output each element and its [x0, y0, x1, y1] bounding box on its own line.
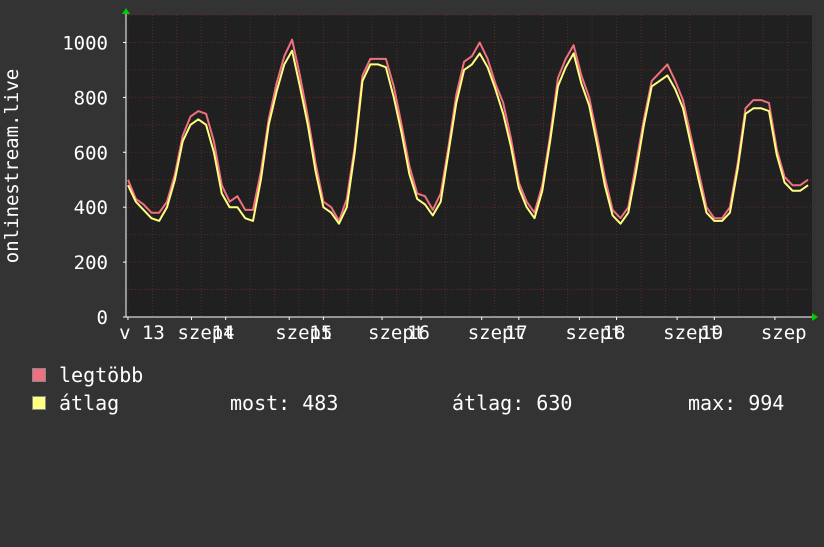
y-tick-label: 600 [74, 142, 108, 164]
legend-row-avg: átlag most: 483 átlag: 630 max: 994 [32, 392, 802, 414]
chart-widget: 0 200 400 600 800 1000 v 13 szept 14 szept 15 szep… [0, 0, 824, 430]
x-tick-label: 14 [212, 322, 235, 344]
legend-swatch-avg [32, 396, 46, 410]
x-tick-label: v 13 [119, 322, 165, 344]
y-tick-label: 800 [74, 87, 108, 109]
plot-area [126, 15, 812, 317]
y-tick-label: 200 [74, 252, 108, 274]
stat-max: max: 994 [688, 391, 785, 415]
x-tick-label: 19 [700, 322, 723, 344]
legend-label-avg: átlag [59, 391, 120, 415]
x-tick-label: 16 [407, 322, 430, 344]
x-tick-label: 17 [505, 322, 528, 344]
y-tick-label: 1000 [62, 32, 108, 54]
y-axis-arrow-icon [122, 8, 130, 14]
x-axis-arrow-icon [812, 313, 818, 321]
y-axis-label: onlinestream.live [1, 69, 23, 263]
legend-label-max: legtöbb [59, 363, 144, 387]
stat-average: átlag: 630 [452, 391, 573, 415]
x-tick-label: szep [761, 322, 807, 344]
legend-swatch-max [32, 368, 46, 382]
x-tick-label: 15 [309, 322, 332, 344]
y-axis: 0 200 400 600 800 1000 [62, 32, 126, 329]
x-tick-label: 18 [603, 322, 626, 344]
stat-current: most: 483 [230, 391, 339, 415]
y-tick-label: 400 [74, 197, 108, 219]
legend-row-max: legtöbb [32, 364, 143, 386]
y-tick-label: 0 [97, 307, 108, 329]
